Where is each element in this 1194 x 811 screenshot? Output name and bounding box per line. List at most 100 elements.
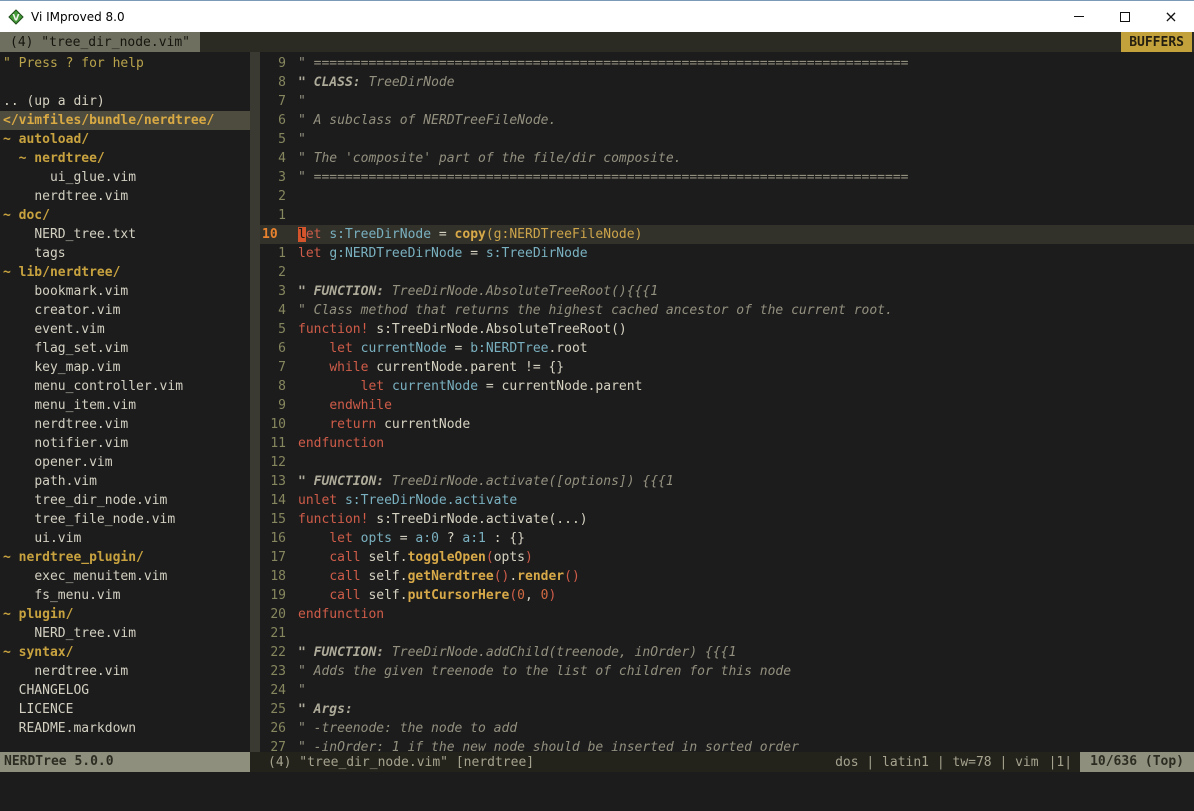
code-line[interactable]: 15function! s:TreeDirNode.activate(...)	[260, 510, 1194, 529]
tree-item[interactable]: nerdtree.vim	[0, 662, 250, 681]
tree-item[interactable]: ~ nerdtree/	[0, 149, 250, 168]
code-line[interactable]: 2	[260, 263, 1194, 282]
tree-item[interactable]: bookmark.vim	[0, 282, 250, 301]
tree-item[interactable]: README.markdown	[0, 719, 250, 738]
line-text: " The 'composite' part of the file/dir c…	[298, 149, 682, 168]
code-line[interactable]: 11endfunction	[260, 434, 1194, 453]
code-line[interactable]: 4" The 'composite' part of the file/dir …	[260, 149, 1194, 168]
code-line[interactable]: 19 call self.putCursorHere(0, 0)	[260, 586, 1194, 605]
code-line[interactable]: 7 while currentNode.parent != {}	[260, 358, 1194, 377]
tree-item[interactable]: exec_menuitem.vim	[0, 567, 250, 586]
tree-item[interactable]: tags	[0, 244, 250, 263]
tree-item[interactable]: key_map.vim	[0, 358, 250, 377]
code-line[interactable]: 14unlet s:TreeDirNode.activate	[260, 491, 1194, 510]
code-line[interactable]: 17 call self.toggleOpen(opts)	[260, 548, 1194, 567]
tree-item[interactable]: fs_menu.vim	[0, 586, 250, 605]
tree-item[interactable]: tree_file_node.vim	[0, 510, 250, 529]
code-line[interactable]: 21	[260, 624, 1194, 643]
code-line[interactable]: 1	[260, 206, 1194, 225]
close-button[interactable]: ×	[1148, 1, 1194, 32]
split-windows: " Press ? for help .. (up a dir)</vimfile…	[0, 52, 1194, 752]
vim-icon[interactable]: V	[8, 9, 24, 25]
current-line-number: 10	[262, 225, 286, 244]
code-line[interactable]: 16 let opts = a:0 ? a:1 : {}	[260, 529, 1194, 548]
code-line[interactable]: 23" Adds the given treenode to the list …	[260, 662, 1194, 681]
tree-item[interactable]: tree_dir_node.vim	[0, 491, 250, 510]
tree-item[interactable]: .. (up a dir)	[0, 92, 250, 111]
tree-item[interactable]: </vimfiles/bundle/nerdtree/	[0, 111, 250, 130]
tree-item[interactable]: ui.vim	[0, 529, 250, 548]
code-line[interactable]: 26" -treenode: the node to add	[260, 719, 1194, 738]
tree-item[interactable]: nerdtree.vim	[0, 187, 250, 206]
tree-item[interactable]: event.vim	[0, 320, 250, 339]
code-line[interactable]: 2	[260, 187, 1194, 206]
tree-item[interactable]: NERD_tree.vim	[0, 624, 250, 643]
tree-item[interactable]: LICENCE	[0, 700, 250, 719]
line-text: ~ lib/nerdtree/	[3, 265, 120, 280]
code-line[interactable]: 24"	[260, 681, 1194, 700]
window-controls: ×	[1056, 1, 1194, 32]
tree-item[interactable]: NERD_tree.txt	[0, 225, 250, 244]
line-text: ui.vim	[3, 531, 81, 546]
code-line[interactable]: 4" Class method that returns the highest…	[260, 301, 1194, 320]
code-line[interactable]: 5function! s:TreeDirNode.AbsoluteTreeRoo…	[260, 320, 1194, 339]
tree-item[interactable]: ~ plugin/	[0, 605, 250, 624]
code-line[interactable]: 27" -inOrder: 1 if the new node should b…	[260, 738, 1194, 752]
tree-item[interactable]: nerdtree.vim	[0, 415, 250, 434]
line-number: 8	[262, 377, 286, 396]
tree-item[interactable]: ~ autoload/	[0, 130, 250, 149]
code-line[interactable]: 22" FUNCTION: TreeDirNode.addChild(treen…	[260, 643, 1194, 662]
maximize-button[interactable]	[1102, 1, 1148, 32]
maximize-icon	[1120, 12, 1130, 22]
tree-item[interactable]: ~ nerdtree_plugin/	[0, 548, 250, 567]
line-text: let currentNode = b:NERDTree.root	[298, 339, 588, 358]
tree-item[interactable]: ~ syntax/	[0, 643, 250, 662]
code-line[interactable]: 6" A subclass of NERDTreeFileNode.	[260, 111, 1194, 130]
tree-item[interactable]: menu_item.vim	[0, 396, 250, 415]
code-line[interactable]: 13" FUNCTION: TreeDirNode.activate([opti…	[260, 472, 1194, 491]
tree-item[interactable]: menu_controller.vim	[0, 377, 250, 396]
line-number: 21	[262, 624, 286, 643]
statusline: NERDTree 5.0.0 (4) "tree_dir_node.vim" […	[0, 752, 1194, 772]
code-line[interactable]: 1let g:NERDTreeDirNode = s:TreeDirNode	[260, 244, 1194, 263]
tree-item[interactable]: notifier.vim	[0, 434, 250, 453]
code-line[interactable]: 3" =====================================…	[260, 168, 1194, 187]
vertical-split-separator[interactable]	[250, 52, 260, 752]
line-number: 9	[262, 396, 286, 415]
line-number: 13	[262, 472, 286, 491]
code-line[interactable]: 25" Args:	[260, 700, 1194, 719]
buffers-label: BUFFERS	[1121, 32, 1192, 52]
tree-item[interactable]: path.vim	[0, 472, 250, 491]
line-number: 27	[262, 738, 286, 752]
code-line[interactable]: 7"	[260, 92, 1194, 111]
tree-item[interactable]: flag_set.vim	[0, 339, 250, 358]
tab-current[interactable]: (4) "tree_dir_node.vim"	[0, 32, 200, 52]
code-line[interactable]: 10let s:TreeDirNode = copy(g:NERDTreeFil…	[260, 225, 1194, 244]
tree-item[interactable]: ~ doc/	[0, 206, 250, 225]
line-text: README.markdown	[3, 721, 136, 736]
code-line[interactable]: 12	[260, 453, 1194, 472]
code-line[interactable]: 9 endwhile	[260, 396, 1194, 415]
line-text: " Press ? for help	[3, 56, 144, 71]
line-number: 6	[262, 111, 286, 130]
code-line[interactable]: 8" CLASS: TreeDirNode	[260, 73, 1194, 92]
code-line[interactable]: 18 call self.getNerdtree().render()	[260, 567, 1194, 586]
code-line[interactable]: 8 let currentNode = currentNode.parent	[260, 377, 1194, 396]
code-line[interactable]: 6 let currentNode = b:NERDTree.root	[260, 339, 1194, 358]
code-line[interactable]: 5"	[260, 130, 1194, 149]
tree-item[interactable]: ~ lib/nerdtree/	[0, 263, 250, 282]
tree-item[interactable]: CHANGELOG	[0, 681, 250, 700]
tree-item[interactable]: opener.vim	[0, 453, 250, 472]
line-number: 19	[262, 586, 286, 605]
line-text: nerdtree.vim	[3, 189, 128, 204]
tree-item[interactable]	[0, 73, 250, 92]
tree-item[interactable]: ui_glue.vim	[0, 168, 250, 187]
tree-item[interactable]: " Press ? for help	[0, 54, 250, 73]
code-line[interactable]: 20endfunction	[260, 605, 1194, 624]
code-line[interactable]: 3" FUNCTION: TreeDirNode.AbsoluteTreeRoo…	[260, 282, 1194, 301]
code-line[interactable]: 9" =====================================…	[260, 54, 1194, 73]
minimize-button[interactable]	[1056, 1, 1102, 32]
line-number: 3	[262, 168, 286, 187]
tree-item[interactable]: creator.vim	[0, 301, 250, 320]
code-line[interactable]: 10 return currentNode	[260, 415, 1194, 434]
